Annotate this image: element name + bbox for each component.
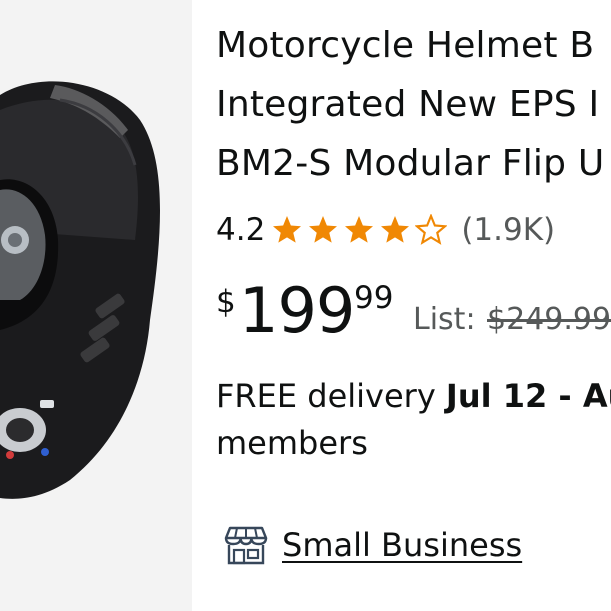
list-price: $249.99 — [487, 302, 611, 337]
product-title[interactable]: Motorcycle Helmet B Integrated New EPS I… — [216, 16, 611, 193]
rating-row[interactable]: 4.2 (1.9K) — [216, 208, 555, 252]
product-details: Motorcycle Helmet B Integrated New EPS I… — [216, 0, 611, 611]
rating-count[interactable]: (1.9K) — [461, 212, 555, 248]
star-icon — [273, 216, 302, 243]
title-line-1: Motorcycle Helmet B — [216, 25, 595, 66]
delivery-dates: Jul 12 - Au — [445, 377, 611, 415]
product-page: Motorcycle Helmet B Integrated New EPS I… — [0, 0, 611, 611]
helmet-image — [0, 81, 160, 499]
list-price-label: List: — [413, 302, 476, 337]
delivery-info: FREE delivery Jul 12 - Au members — [216, 373, 611, 467]
star-rating[interactable] — [271, 214, 451, 246]
star-icon — [309, 216, 338, 243]
price-whole: 199 — [239, 274, 355, 347]
price-fraction: 99 — [354, 280, 394, 316]
star-outline-icon — [415, 214, 448, 245]
small-business-link[interactable]: Small Business — [282, 526, 522, 564]
price-symbol: $ — [216, 284, 236, 320]
storefront-icon — [224, 526, 268, 565]
title-line-2: Integrated New EPS I — [216, 84, 600, 125]
title-line-3: BM2-S Modular Flip U — [216, 143, 605, 184]
small-business-badge[interactable]: Small Business — [224, 522, 522, 568]
star-icon — [345, 216, 374, 243]
rating-value: 4.2 — [216, 212, 266, 248]
delivery-prefix: FREE delivery — [216, 377, 446, 415]
star-icon — [381, 216, 410, 243]
product-image[interactable] — [0, 0, 192, 611]
delivery-line-1: FREE delivery Jul 12 - Au — [216, 373, 611, 420]
delivery-line-2: members — [216, 424, 368, 462]
